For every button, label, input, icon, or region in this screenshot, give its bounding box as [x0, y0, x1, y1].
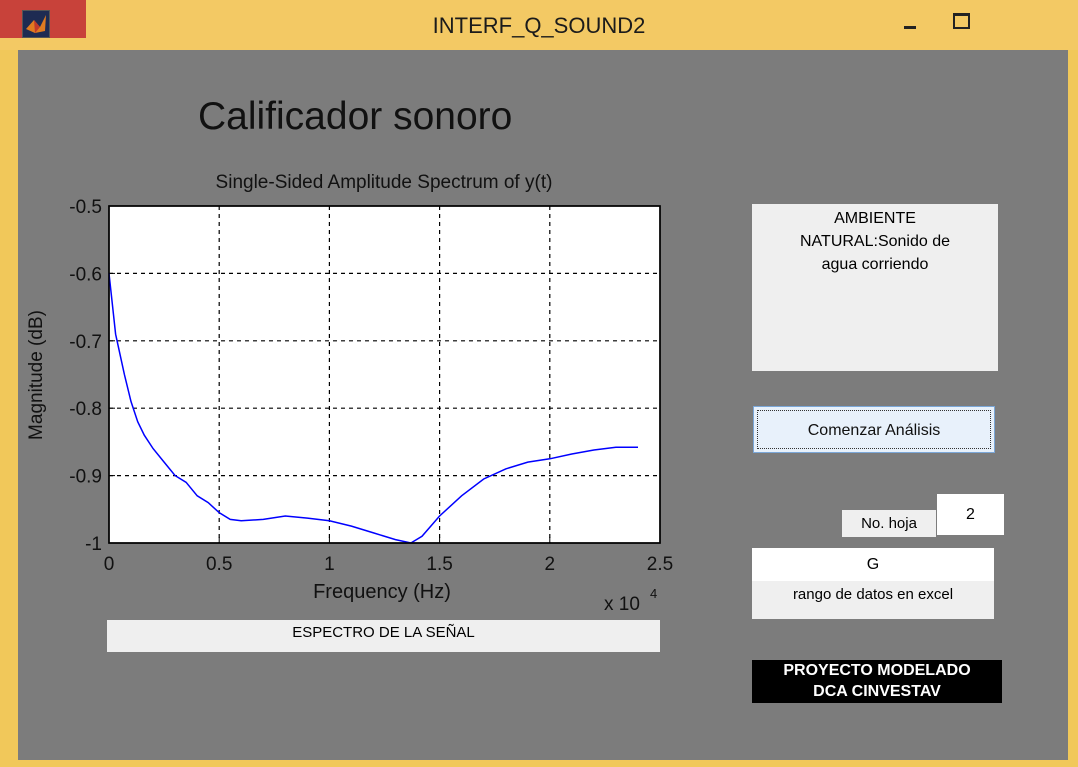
- ambiente-panel: AMBIENTE NATURAL:Sonido de agua corriend…: [752, 204, 998, 371]
- rango-input[interactable]: [752, 548, 994, 581]
- x-tick-label: 1: [324, 554, 335, 575]
- axes-background: [108, 205, 661, 544]
- x-multiplier-exponent: 4: [650, 586, 657, 601]
- spectrum-label: ESPECTRO DE LA SEÑAL: [107, 620, 660, 652]
- x-axis-label: Frequency (Hz): [313, 581, 451, 603]
- project-line-1: PROYECTO MODELADO: [783, 662, 971, 679]
- hoja-label: No. hoja: [842, 510, 936, 537]
- x-multiplier-label: x 10: [604, 594, 640, 615]
- y-tick-label: -0.9: [69, 467, 102, 488]
- project-badge: PROYECTO MODELADO DCA CINVESTAV: [752, 660, 1002, 703]
- hoja-input[interactable]: [937, 494, 1004, 535]
- y-tick-label: -0.8: [69, 399, 102, 420]
- x-tick-label: 2.5: [647, 554, 673, 575]
- x-tick-label: 0: [104, 554, 115, 575]
- y-tick-label: -0.7: [69, 332, 102, 353]
- chart-title: Single-Sided Amplitude Spectrum of y(t): [216, 172, 553, 193]
- ambiente-text: AMBIENTE NATURAL:Sonido de agua corriend…: [800, 210, 950, 273]
- start-analysis-label: Comenzar Análisis: [757, 410, 991, 449]
- y-axis-label: Magnitude (dB): [26, 310, 47, 440]
- y-tick-label: -0.5: [69, 197, 102, 218]
- start-analysis-button[interactable]: Comenzar Análisis: [753, 406, 995, 453]
- x-tick-label: 2: [545, 554, 556, 575]
- project-line-2: DCA CINVESTAV: [813, 683, 941, 700]
- y-tick-label: -0.6: [69, 264, 102, 285]
- x-tick-label: 0.5: [206, 554, 232, 575]
- rango-label: rango de datos en excel: [752, 581, 994, 619]
- x-tick-label: 1.5: [426, 554, 452, 575]
- y-tick-label: -1: [85, 534, 102, 555]
